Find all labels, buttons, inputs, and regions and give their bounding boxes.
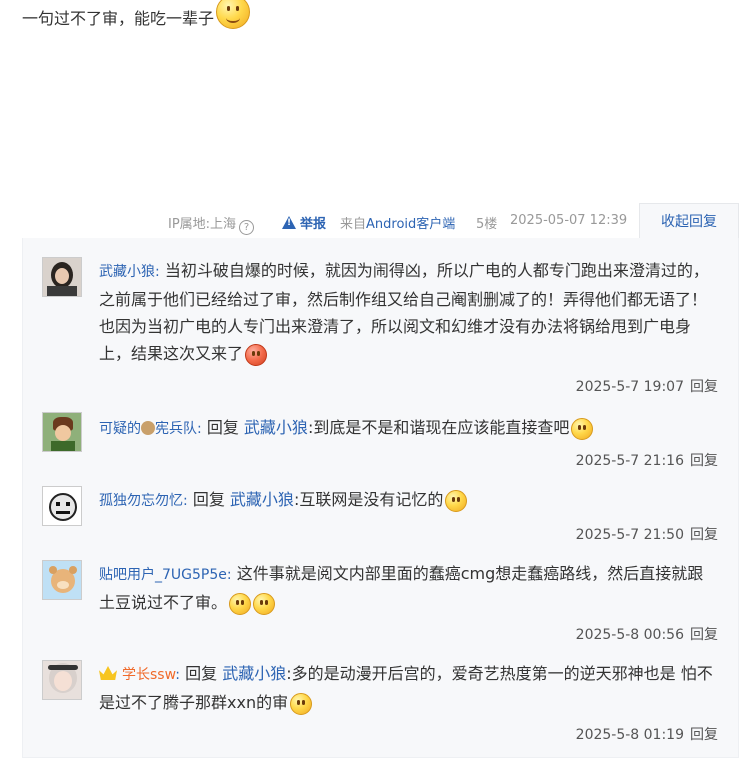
report-link[interactable]: 举报 [282, 213, 326, 232]
smile-emoji-icon [216, 0, 251, 29]
client-source: 来自Android客户端 [340, 217, 456, 232]
thinking-emoji-icon [571, 417, 594, 440]
grimace-emoji-icon [229, 592, 252, 615]
reply-button[interactable]: 回复 [690, 627, 718, 643]
grimace-emoji-icon [290, 692, 313, 715]
reply-button[interactable]: 回复 [690, 527, 718, 543]
collapse-replies-button[interactable]: 收起回复 [639, 203, 739, 239]
reply-time: 2025-5-7 19:07 [575, 379, 684, 395]
reply-footer: 2025-5-8 00:56 回复 [576, 624, 718, 644]
avatar[interactable] [42, 257, 82, 297]
reply-keyword: 回复 [185, 664, 218, 683]
reply-button[interactable]: 回复 [690, 453, 718, 469]
avatar[interactable] [42, 560, 82, 600]
separator: : [197, 421, 202, 437]
reply-content: 武藏小狼: 当初斗破自爆的时候，就因为闹得凶，所以广电的人都专门跑出来澄清过的，… [99, 257, 718, 367]
avatar[interactable] [42, 412, 82, 452]
client-link[interactable]: Android客户端 [366, 217, 455, 232]
separator: : [226, 567, 232, 583]
username-link[interactable]: 孤独勿忘勿忆 [99, 493, 183, 509]
reply-text: :互联网是没有记忆的 [293, 490, 444, 509]
reply-time: 2025-5-7 21:16 [575, 453, 684, 469]
dog-icon [141, 421, 155, 435]
reply-button[interactable]: 回复 [690, 379, 718, 395]
reply-target-link[interactable]: 武藏小狼 [230, 490, 294, 509]
avatar[interactable] [42, 660, 82, 700]
help-icon[interactable]: ? [239, 220, 255, 235]
reply-time: 2025-5-7 21:50 [575, 527, 684, 543]
separator: : [175, 667, 180, 683]
reply-content: 可疑的 宪兵队: 回复 武藏小狼:到底是不是和谐现在应该能直接查吧 [99, 414, 718, 443]
post-time: 2025-05-07 12:39 [510, 213, 628, 228]
username-link[interactable]: 武藏小狼 [99, 264, 155, 280]
reply-time: 2025-5-8 00:56 [575, 627, 684, 643]
grimace-emoji-icon [445, 489, 468, 512]
reply-footer: 2025-5-8 01:19 回复 [576, 724, 718, 744]
username-link[interactable]: 可疑的 宪兵队 [99, 421, 197, 437]
reply-text: :到底是不是和谐现在应该能直接查吧 [307, 418, 570, 437]
reply-content: 贴吧用户_7UG5P5e: 这件事就是阅文内部里面的蠢癌cmg想走蠢癌路线，然后… [99, 560, 718, 616]
post-text: 一句过不了审，能吃一辈子 [22, 9, 215, 28]
avatar[interactable] [42, 486, 82, 526]
separator: : [183, 493, 188, 509]
username-link[interactable]: 学长ssw [122, 667, 175, 683]
reply-list: 武藏小狼: 当初斗破自爆的时候，就因为闹得凶，所以广电的人都专门跑出来澄清过的，… [22, 238, 739, 758]
warning-icon [282, 216, 296, 229]
username-link[interactable]: 贴吧用户_7UG5P5e [99, 567, 227, 583]
reply-target-link[interactable]: 武藏小狼 [222, 664, 286, 683]
reply-footer: 2025-5-7 21:50 回复 [576, 524, 718, 544]
reply-keyword: 回复 [192, 490, 225, 509]
reply-text: 当初斗破自爆的时候，就因为闹得凶，所以广电的人都专门跑出来澄清过的，之前属于他们… [99, 261, 709, 363]
grimace-emoji-icon [253, 592, 276, 615]
reply-keyword: 回复 [206, 418, 239, 437]
angry-emoji-icon [245, 343, 268, 366]
post-content: 一句过不了审，能吃一辈子 [22, 0, 251, 30]
reply-button[interactable]: 回复 [690, 727, 718, 743]
reply-footer: 2025-5-7 19:07 回复 [576, 376, 718, 396]
ip-location: IP属地:上海? [168, 213, 255, 235]
separator: : [155, 264, 160, 280]
post-meta-bar: IP属地:上海? 举报 来自Android客户端 5楼 2025-05-07 1… [0, 203, 749, 239]
floor-number: 5楼 [476, 217, 498, 232]
reply-content: 孤独勿忘勿忆: 回复 武藏小狼:互联网是没有记忆的 [99, 486, 718, 515]
reply-footer: 2025-5-7 21:16 回复 [576, 450, 718, 470]
reply-content: 学长ssw: 回复 武藏小狼:多的是动漫开后宫的，爱奇艺热度第一的逆天邪神也是 … [99, 660, 718, 716]
reply-time: 2025-5-8 01:19 [575, 727, 684, 743]
reply-target-link[interactable]: 武藏小狼 [244, 418, 308, 437]
crown-icon [99, 666, 117, 680]
